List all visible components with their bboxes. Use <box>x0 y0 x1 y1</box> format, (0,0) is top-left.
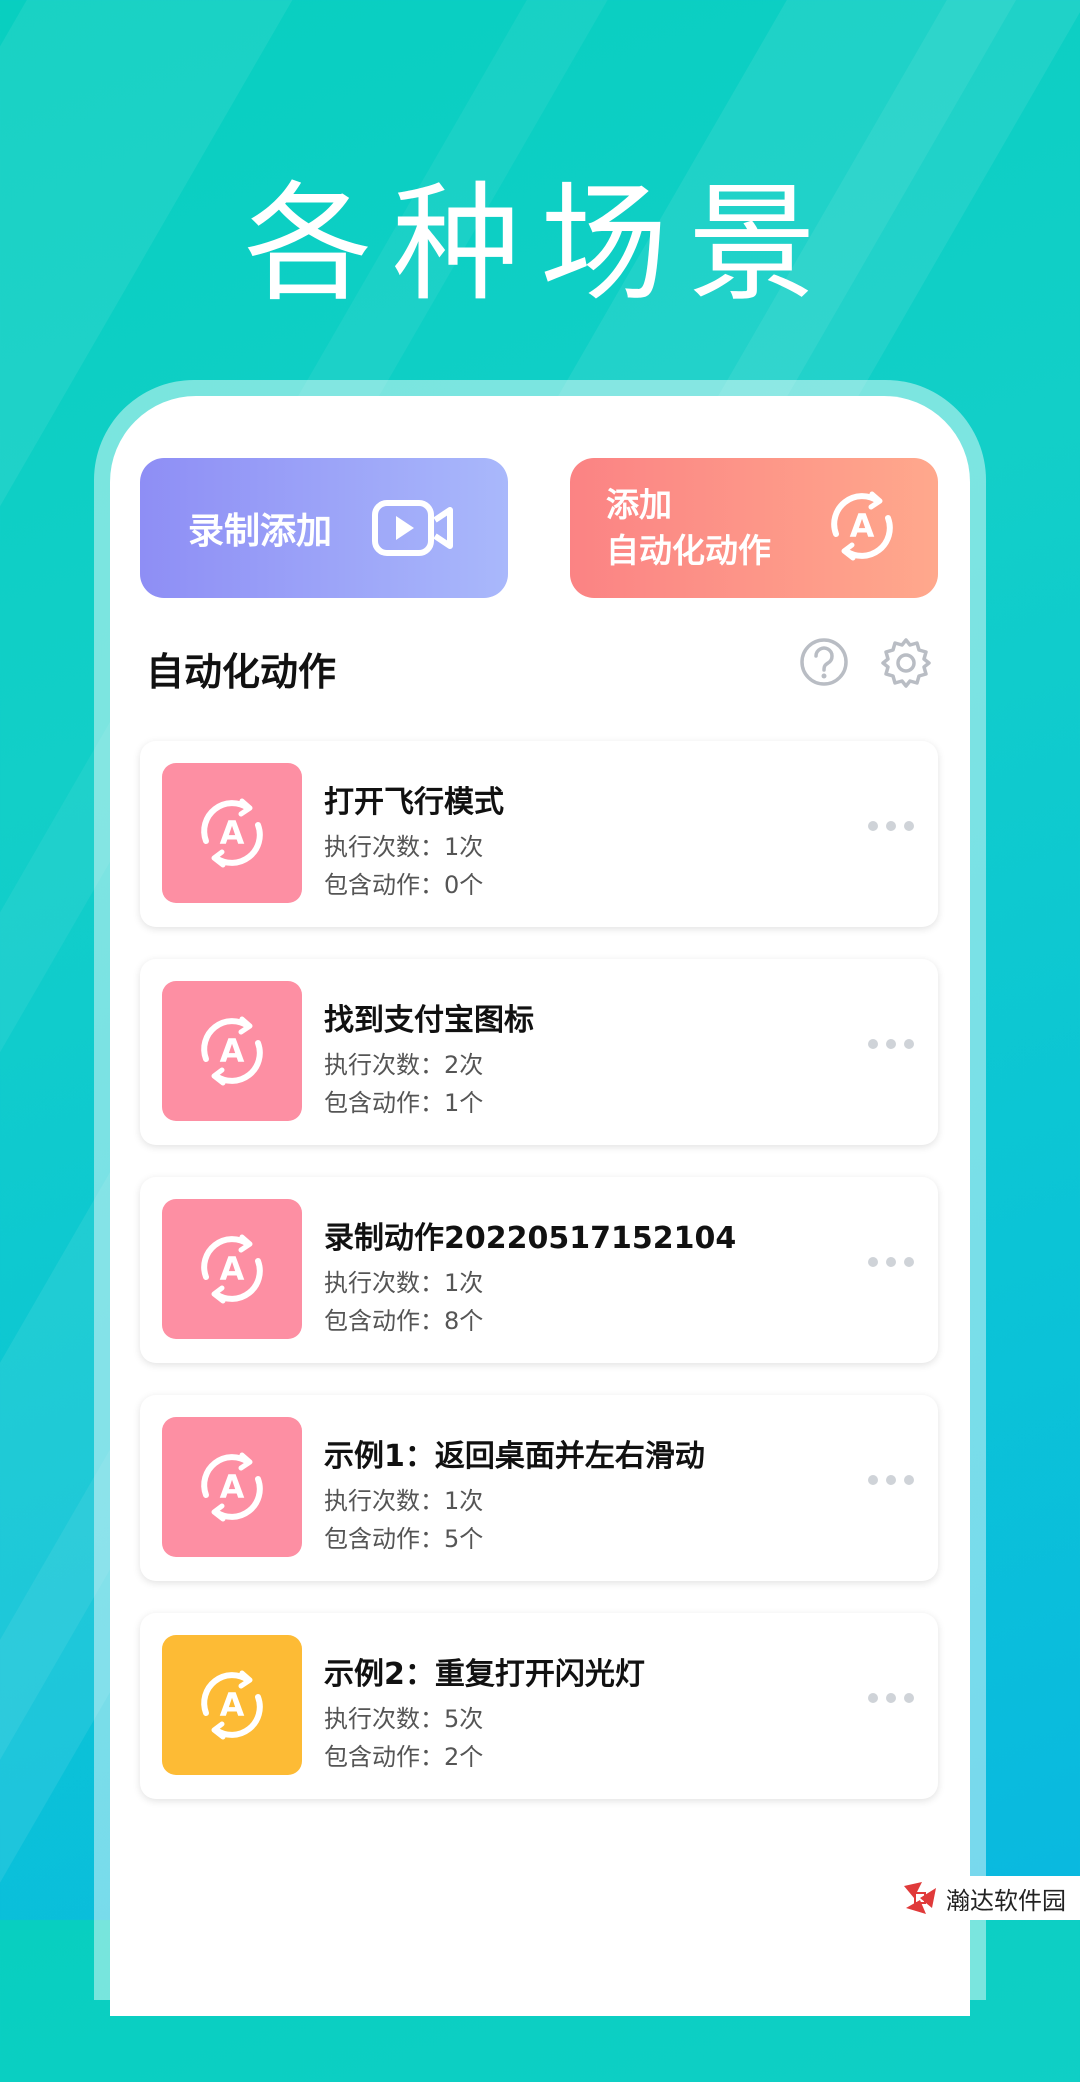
action-count: 包含动作：5个 <box>324 1525 484 1553</box>
more-options-icon[interactable] <box>868 821 914 831</box>
record-add-label: 录制添加 <box>188 511 333 552</box>
svg-text:A: A <box>220 1032 245 1070</box>
svg-text:A: A <box>220 814 245 852</box>
promo-headline: 各种场景 <box>243 170 836 319</box>
svg-text:A: A <box>220 1250 245 1288</box>
app-screen: 录制添加 添加 自动化动作 A 自动化动作 A 打开飞行模式 执行次数：1次 包… <box>110 396 970 2016</box>
section-title: 自动化动作 <box>146 650 337 694</box>
automation-icon: A <box>822 486 902 578</box>
automation-card[interactable]: A 示例2：重复打开闪光灯 执行次数：5次 包含动作：2个 <box>140 1613 938 1799</box>
svg-text:A: A <box>850 507 875 545</box>
automation-card[interactable]: A 找到支付宝图标 执行次数：2次 包含动作：1个 <box>140 959 938 1145</box>
automation-thumb: A <box>162 1635 302 1775</box>
automation-thumb: A <box>162 1417 302 1557</box>
automation-icon: A <box>201 1670 263 1740</box>
automation-card[interactable]: A 录制动作20220517152104 执行次数：1次 包含动作：8个 <box>140 1177 938 1363</box>
automation-icon: A <box>201 1016 263 1086</box>
automation-card[interactable]: A 打开飞行模式 执行次数：1次 包含动作：0个 <box>140 741 938 927</box>
more-options-icon[interactable] <box>868 1039 914 1049</box>
automation-name: 录制动作20220517152104 <box>324 1221 737 1256</box>
svg-text:A: A <box>220 1686 245 1724</box>
automation-name: 示例2：重复打开闪光灯 <box>324 1657 645 1692</box>
more-options-icon[interactable] <box>868 1693 914 1703</box>
svg-text:A: A <box>220 1468 245 1506</box>
automation-name: 打开飞行模式 <box>324 785 504 820</box>
watermark-logo-icon <box>904 1882 936 1914</box>
more-options-icon[interactable] <box>868 1475 914 1485</box>
record-add-button[interactable]: 录制添加 <box>140 458 508 598</box>
more-options-icon[interactable] <box>868 1257 914 1267</box>
video-camera-icon <box>372 500 454 565</box>
automation-icon: A <box>201 1452 263 1522</box>
automation-card[interactable]: A 示例1：返回桌面并左右滑动 执行次数：1次 包含动作：5个 <box>140 1395 938 1581</box>
help-icon[interactable] <box>798 636 850 692</box>
add-automation-label: 添加 自动化动作 <box>606 485 771 570</box>
run-count: 执行次数：1次 <box>324 1487 484 1515</box>
automation-icon: A <box>201 1234 263 1304</box>
automation-thumb: A <box>162 1199 302 1339</box>
run-count: 执行次数：5次 <box>324 1705 484 1733</box>
gear-icon[interactable] <box>880 636 932 692</box>
run-count: 执行次数：1次 <box>324 1269 484 1297</box>
watermark-text: 瀚达软件园 <box>946 1886 1066 1915</box>
automation-thumb: A <box>162 981 302 1121</box>
add-automation-button[interactable]: 添加 自动化动作 A <box>570 458 938 598</box>
action-count: 包含动作：0个 <box>324 871 484 899</box>
phone-frame: 录制添加 添加 自动化动作 A 自动化动作 A 打开飞行模式 执行次数：1次 包… <box>94 380 986 2016</box>
automation-name: 示例1：返回桌面并左右滑动 <box>324 1439 705 1474</box>
automation-icon: A <box>201 798 263 868</box>
run-count: 执行次数：2次 <box>324 1051 484 1079</box>
run-count: 执行次数：1次 <box>324 833 484 861</box>
automation-name: 找到支付宝图标 <box>324 1003 534 1038</box>
watermark: 瀚达软件园 <box>896 1876 1080 1920</box>
action-count: 包含动作：8个 <box>324 1307 484 1335</box>
action-count: 包含动作：1个 <box>324 1089 484 1117</box>
action-count: 包含动作：2个 <box>324 1743 484 1771</box>
automation-thumb: A <box>162 763 302 903</box>
